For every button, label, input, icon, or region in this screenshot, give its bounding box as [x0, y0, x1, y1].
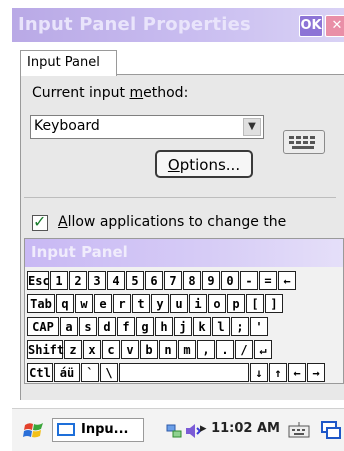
key[interactable]: 1: [50, 271, 68, 290]
key[interactable]: ↓: [250, 363, 268, 382]
current-method-label: Current input method:: [32, 85, 189, 101]
key[interactable]: n: [159, 340, 177, 359]
section-divider: [24, 197, 336, 198]
key[interactable]: f: [117, 317, 135, 336]
network-icon[interactable]: [166, 423, 182, 439]
key[interactable]: ;: [231, 317, 249, 336]
key[interactable]: q: [56, 294, 74, 313]
key[interactable]: CAP: [27, 317, 59, 336]
key[interactable]: ←: [278, 271, 296, 290]
key[interactable]: \: [100, 363, 118, 382]
input-panel-titlebar: Input Panel: [25, 239, 343, 267]
key[interactable]: d: [98, 317, 116, 336]
options-button[interactable]: Options...: [155, 150, 253, 178]
chevron-down-icon[interactable]: ▼: [243, 118, 261, 136]
desktop-icon[interactable]: [320, 419, 342, 441]
key[interactable]: t: [132, 294, 150, 313]
key[interactable]: b: [140, 340, 158, 359]
key[interactable]: w: [75, 294, 93, 313]
start-flag-icon[interactable]: [22, 419, 46, 443]
key[interactable]: 9: [202, 271, 220, 290]
key[interactable]: ]: [265, 294, 283, 313]
clock[interactable]: ▸ 11:02 AM: [200, 421, 280, 436]
key[interactable]: Ctl: [27, 363, 53, 382]
key[interactable]: j: [174, 317, 192, 336]
keyboard-icon[interactable]: [288, 421, 310, 439]
key[interactable]: u: [170, 294, 188, 313]
taskbar: Inpu... ▸ 11:02 AM: [12, 408, 344, 451]
key[interactable]: Tab: [27, 294, 55, 313]
input-method-select[interactable]: Keyboard ▼: [30, 115, 264, 139]
key[interactable]: ↑: [269, 363, 287, 382]
window-icon: [57, 423, 75, 436]
key[interactable]: i: [189, 294, 207, 313]
allow-apps-label: Allow applications to change the: [58, 214, 287, 230]
keyboard-row: CAP a s d f g h j k l; ': [27, 317, 344, 339]
key[interactable]: 5: [126, 271, 144, 290]
key[interactable]: .: [216, 340, 234, 359]
key[interactable]: -: [240, 271, 258, 290]
key[interactable]: 3: [88, 271, 106, 290]
key[interactable]: v: [121, 340, 139, 359]
checkmark-icon: ✓: [33, 212, 47, 231]
key-space[interactable]: [119, 363, 249, 382]
key[interactable]: =: [259, 271, 277, 290]
key[interactable]: h: [155, 317, 173, 336]
key[interactable]: k: [193, 317, 211, 336]
key[interactable]: r: [113, 294, 131, 313]
tab-input-panel[interactable]: Input Panel: [20, 50, 117, 76]
key[interactable]: c: [102, 340, 120, 359]
key[interactable]: a: [60, 317, 78, 336]
key[interactable]: ↵: [254, 340, 272, 359]
key[interactable]: m: [178, 340, 196, 359]
key[interactable]: ←: [288, 363, 306, 382]
input-panel-title: Input Panel: [31, 243, 128, 261]
key[interactable]: p: [227, 294, 245, 313]
keyboard-row: Esc 1 2 3 4 5 6 7 8 9 0- = ←: [27, 271, 344, 293]
key[interactable]: 0: [221, 271, 239, 290]
key[interactable]: Esc: [27, 271, 50, 290]
input-method-value: Keyboard: [34, 118, 100, 134]
key[interactable]: x: [83, 340, 101, 359]
key[interactable]: o: [208, 294, 226, 313]
keyboard-row: Shift z x c v b n m,. / ↵: [27, 340, 344, 362]
key[interactable]: e: [94, 294, 112, 313]
key[interactable]: y: [151, 294, 169, 313]
key[interactable]: `: [81, 363, 99, 382]
keyboard-row: Ctl áü ` \ ↓ ↑ ← →: [27, 363, 344, 385]
taskbar-app-label: Inpu...: [81, 422, 129, 437]
window-title: Input Panel Properties: [18, 14, 251, 35]
key[interactable]: áü: [54, 363, 80, 382]
key[interactable]: s: [79, 317, 97, 336]
allow-apps-checkbox[interactable]: ✓: [32, 212, 48, 231]
key[interactable]: 2: [69, 271, 87, 290]
taskbar-app-button[interactable]: Inpu...: [52, 418, 144, 442]
keyboard-icon: [283, 130, 325, 154]
key[interactable]: Shift: [27, 340, 64, 359]
keyboard-keys: Esc 1 2 3 4 5 6 7 8 9 0- = ← Tab q w e r t y u i o p[] CAP a s d f g h…: [27, 271, 344, 386]
key[interactable]: 7: [164, 271, 182, 290]
key[interactable]: [: [246, 294, 264, 313]
key[interactable]: l: [212, 317, 230, 336]
title-bar: Input Panel Properties OK ✕: [12, 8, 344, 42]
key[interactable]: →: [307, 363, 325, 382]
key[interactable]: 8: [183, 271, 201, 290]
key[interactable]: /: [235, 340, 253, 359]
key[interactable]: g: [136, 317, 154, 336]
key[interactable]: ,: [197, 340, 215, 359]
key[interactable]: ': [250, 317, 268, 336]
input-panel-window: Input Panel Esc 1 2 3 4 5 6 7 8 9 0- = ← Tab q w e r t y u i o…: [24, 238, 344, 384]
ok-button[interactable]: OK: [299, 15, 323, 37]
key[interactable]: 4: [107, 271, 125, 290]
key[interactable]: 6: [145, 271, 163, 290]
close-button[interactable]: ✕: [325, 15, 344, 37]
key[interactable]: z: [64, 340, 82, 359]
keyboard-row: Tab q w e r t y u i o p[]: [27, 294, 344, 316]
